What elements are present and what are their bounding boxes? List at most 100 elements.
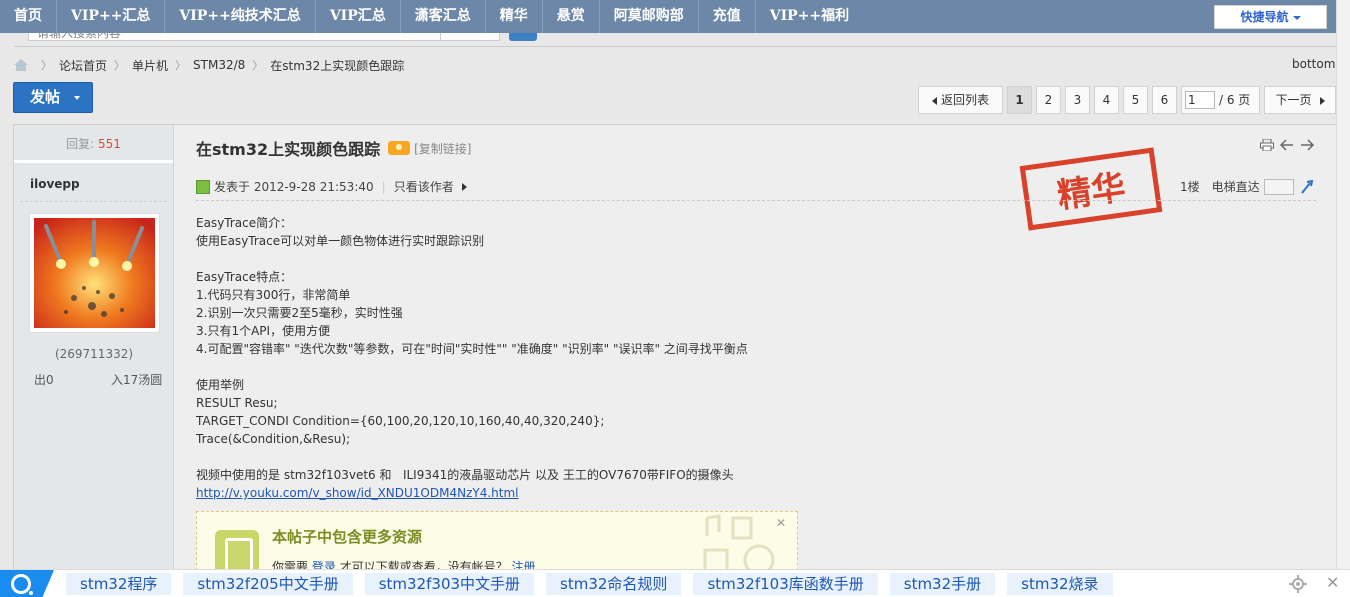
page-4[interactable]: 4 [1094, 86, 1119, 114]
page-jump-input[interactable]: 1 [1185, 91, 1215, 109]
print-icon[interactable] [1260, 138, 1274, 152]
next-page-label: 下一页 [1275, 93, 1312, 107]
suggestion-item[interactable]: stm32烧录 [1007, 573, 1113, 595]
total-pages-label: / 6 页 [1219, 93, 1251, 107]
online-status-icon [196, 179, 210, 194]
page-3[interactable]: 3 [1065, 86, 1090, 114]
resource-title: 本帖子中包含更多资源 [272, 528, 423, 546]
content-line [196, 250, 1196, 268]
post-meta: 发表于 2012-9-28 21:53:40 | 只看该作者 [196, 178, 467, 195]
close-icon[interactable]: ✕ [1326, 573, 1339, 592]
search-suggestion-bar: stm32程序 stm32f205中文手册 stm32f303中文手册 stm3… [0, 569, 1350, 597]
next-page-button[interactable]: 下一页 [1264, 86, 1336, 114]
nav-item-mail-shop[interactable]: 阿莫邮购部 [600, 0, 699, 33]
suggestion-list: stm32程序 stm32f205中文手册 stm32f303中文手册 stm3… [66, 573, 1113, 595]
suggestion-item[interactable]: stm32f205中文手册 [183, 573, 353, 595]
prev-thread-icon[interactable] [1279, 139, 1294, 151]
post: 回复: 551 ilovepp (269711332) 出0 入17汤圆 在st… [13, 124, 1337, 574]
author-only-link[interactable]: 只看该作者 [394, 178, 454, 195]
avatar-image [34, 218, 155, 328]
breadcrumb-stm32[interactable]: STM32/8 [193, 58, 245, 72]
posted-at: 发表于 2012-9-28 21:53:40 [214, 180, 374, 194]
content-line: 使用举例 [196, 378, 245, 392]
lock-icon [215, 530, 259, 573]
close-icon[interactable]: ✕ [776, 516, 786, 530]
quick-nav-label: 快捷导航 [1240, 10, 1289, 24]
avatar[interactable] [29, 213, 160, 333]
home-icon[interactable] [14, 59, 28, 71]
chevron-down-icon [1292, 15, 1301, 20]
reply-count: 551 [97, 137, 121, 151]
nav-item-vip-plus-tech[interactable]: VIP++纯技术汇总 [165, 0, 316, 33]
search-button[interactable] [509, 33, 537, 41]
content-line [196, 358, 1196, 376]
reply-count-box: 回复: 551 [14, 125, 173, 163]
back-to-list-button[interactable]: 返回列表 [918, 86, 1003, 114]
content-line: EasyTrace简介： [196, 216, 293, 230]
breadcrumb-separator: 〉 [114, 59, 126, 72]
nav-item-vip-plus-summary[interactable]: VIP++汇总 [57, 0, 166, 33]
post-content: EasyTrace简介： 使用EasyTrace可以对单一颜色物体进行实时跟踪识… [196, 214, 1196, 502]
page-2[interactable]: 2 [1036, 86, 1061, 114]
scrollbar[interactable] [1336, 0, 1350, 569]
nav-item-guest-summary[interactable]: 潇客汇总 [401, 0, 486, 33]
reply-label: 回复: [66, 137, 95, 151]
content-line: EasyTrace特点： [196, 270, 293, 284]
content-line: 使用EasyTrace可以对单一颜色物体进行实时跟踪识别 [196, 234, 485, 248]
search-input[interactable]: 请输入搜索内容 [28, 33, 500, 41]
breadcrumb: 〉 论坛首页 〉 单片机 〉 STM32/8 〉 在stm32上实现颜色跟踪 [14, 57, 404, 73]
suggestion-item[interactable]: stm32程序 [66, 573, 172, 595]
nav-item-vip-plus-welfare[interactable]: VIP++福利 [756, 0, 863, 33]
suggestion-item[interactable]: stm32f103库函数手册 [693, 573, 878, 595]
search-placeholder: 请输入搜索内容 [37, 33, 122, 40]
resource-notice: 本帖子中包含更多资源 你需要 登录 才可以下载或查看，没有帐号？ 注册 ✕ [196, 511, 798, 573]
content-line: RESULT Resu; [196, 396, 278, 410]
suggestion-item[interactable]: stm32f303中文手册 [364, 573, 535, 595]
breadcrumb-separator: 〉 [175, 59, 187, 72]
nav-item-featured[interactable]: 精华 [486, 0, 543, 33]
nav-item-bounty[interactable]: 悬赏 [543, 0, 600, 33]
chevron-right-icon [461, 182, 467, 191]
goto-floor-input[interactable] [1263, 178, 1294, 195]
post-title-row: 在stm32上实现颜色跟踪 [复制链接] [196, 136, 472, 160]
copy-link-button[interactable]: [复制链接] [414, 140, 471, 157]
content-line: 4.可配置"容错率" "迭代次数"等参数，可在"时间"实时性"" "准确度" "… [196, 342, 748, 356]
media-decoration-icon [703, 514, 775, 573]
search-divider [440, 33, 441, 41]
page-jump: 1 / 6 页 [1181, 86, 1260, 114]
search-logo-icon[interactable] [0, 570, 54, 597]
page-6[interactable]: 6 [1152, 86, 1177, 114]
breadcrumb-separator: 〉 [41, 59, 52, 72]
breadcrumb-current-thread[interactable]: 在stm32上实现颜色跟踪 [270, 57, 404, 74]
breadcrumb-mcu[interactable]: 单片机 [132, 57, 168, 74]
suggestion-item[interactable]: stm32命名规则 [546, 573, 682, 595]
jump-icon[interactable] [1300, 179, 1314, 194]
nav-item-recharge[interactable]: 充值 [699, 0, 756, 33]
content-line [196, 448, 1196, 466]
quick-nav-button[interactable]: 快捷导航 [1214, 5, 1327, 29]
floor-number: 1楼 [1180, 180, 1200, 194]
post-tools [1260, 138, 1315, 152]
author-stat-out: 出0 [34, 373, 54, 387]
suggestion-item[interactable]: stm32手册 [889, 573, 996, 595]
page-5[interactable]: 5 [1123, 86, 1148, 114]
video-link[interactable]: http://v.youku.com/v_show/id_XNDU1ODM4Nz… [196, 486, 519, 500]
gear-icon[interactable] [1289, 575, 1307, 593]
content-line: 2.识别一次只需要2至5毫秒，实时性强 [196, 306, 403, 320]
author-sidebar: 回复: 551 ilovepp (269711332) 出0 入17汤圆 [14, 125, 174, 573]
nav-item-home[interactable]: 首页 [14, 0, 57, 33]
page-1[interactable]: 1 [1007, 86, 1032, 114]
post-title: 在stm32上实现颜色跟踪 [196, 140, 381, 159]
nav-item-vip-summary[interactable]: VIP汇总 [316, 0, 401, 33]
breadcrumb-forum-home[interactable]: 论坛首页 [59, 57, 107, 74]
goto-floor-label: 电梯直达 [1211, 180, 1260, 194]
floor-nav: 1楼 电梯直达 [1180, 178, 1314, 195]
author-stat-in: 入17汤圆 [111, 373, 163, 387]
content-line: 视频中使用的是 stm32f103vet6 和 ILI9341的液晶驱动芯片 以… [196, 468, 734, 482]
next-thread-icon[interactable] [1300, 139, 1315, 151]
breadcrumb-separator: 〉 [252, 59, 264, 72]
new-post-button[interactable]: 发帖 [13, 82, 93, 113]
author-name[interactable]: ilovepp [14, 177, 173, 191]
divider [20, 201, 167, 202]
back-to-list-label: 返回列表 [940, 93, 989, 107]
